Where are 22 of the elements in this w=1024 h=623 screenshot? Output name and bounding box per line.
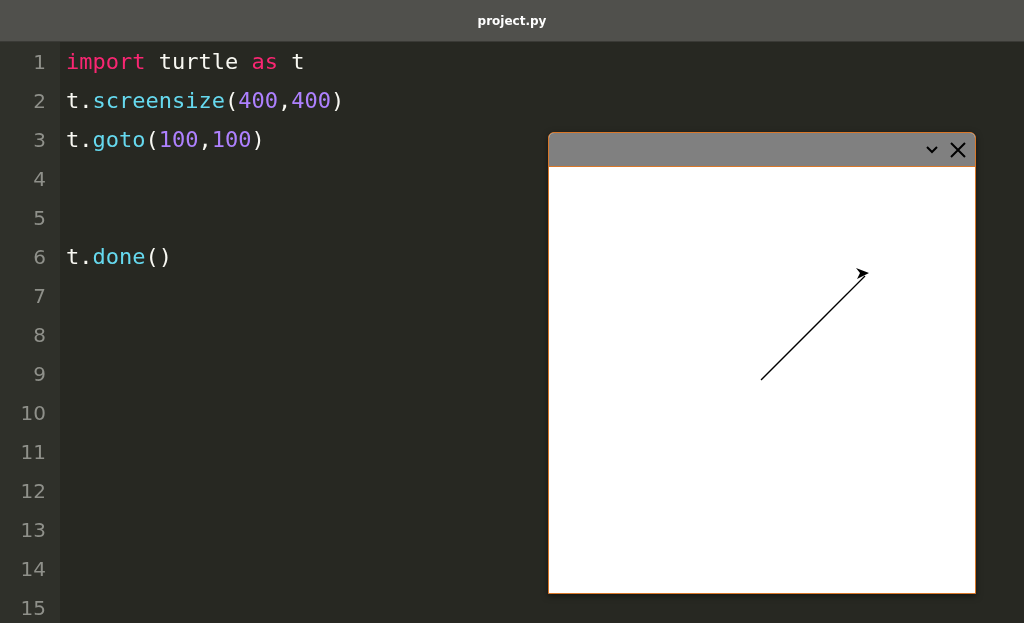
line-number: 10 (19, 400, 46, 425)
chevron-down-icon[interactable] (925, 145, 939, 154)
line-number: 7 (32, 283, 46, 308)
line-number: 14 (19, 556, 46, 581)
line-number: 12 (19, 478, 46, 503)
line-number: 3 (32, 127, 46, 152)
code-line: import turtle as t (66, 49, 305, 74)
line-number: 6 (32, 244, 46, 269)
window-title: project.py (477, 13, 547, 28)
code-line: t.screensize(400,400) (66, 88, 345, 113)
line-number: 13 (19, 517, 46, 542)
line-number: 1 (32, 49, 46, 74)
line-number: 9 (32, 361, 46, 386)
line-number: 8 (32, 322, 46, 347)
line-number: 5 (32, 205, 46, 230)
close-icon[interactable] (949, 140, 967, 159)
line-number: 15 (19, 595, 46, 620)
line-number: 2 (32, 88, 46, 113)
line-number: 11 (19, 439, 46, 464)
line-number: 4 (32, 166, 46, 191)
code-line: t.done() (66, 244, 172, 269)
code-line: t.goto(100,100) (66, 127, 265, 152)
